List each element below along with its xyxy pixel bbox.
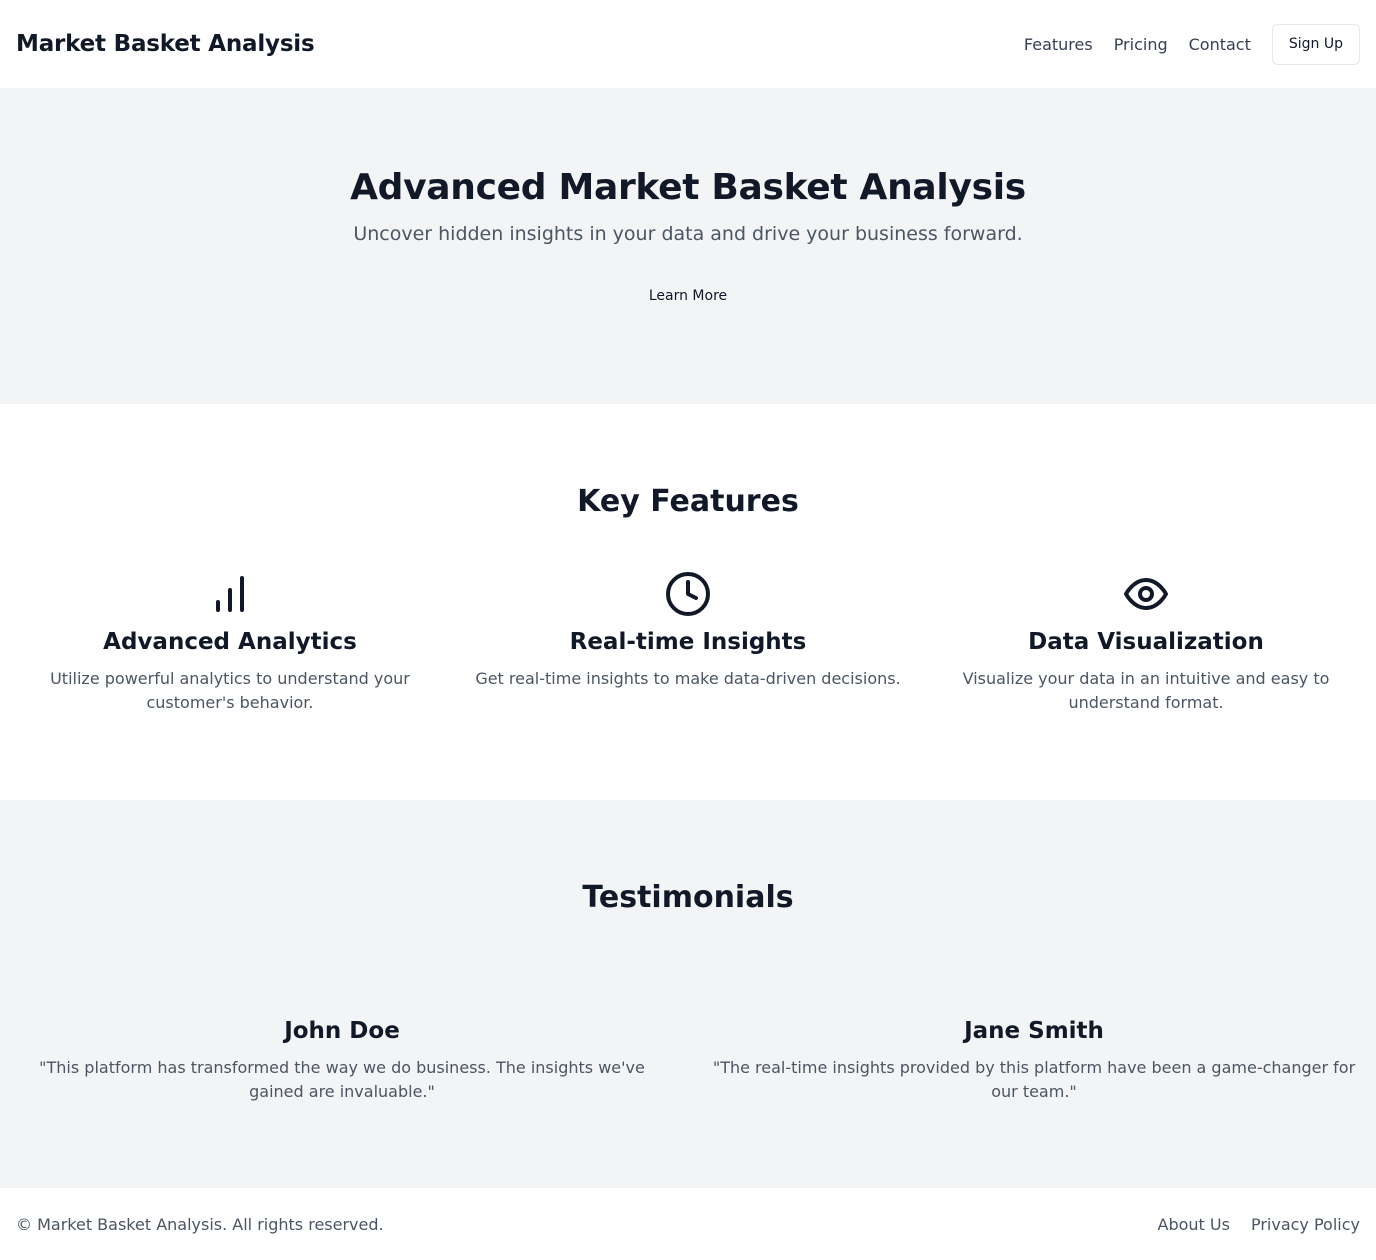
testimonial-quote: "The real-time insights provided by this… — [712, 1058, 1356, 1101]
feature-title: Real-time Insights — [569, 629, 807, 655]
features-section: Key Features Advanced Analytics Utilize … — [0, 404, 1376, 800]
features-title: Key Features — [577, 484, 799, 519]
testimonial-grid: John Doe "This platform has transformed … — [0, 1016, 1376, 1104]
copyright-text: © Market Basket Analysis. All rights res… — [16, 1214, 384, 1234]
feature-card-insights: Real-time Insights Get real-time insight… — [474, 570, 902, 715]
nav-link-features[interactable]: Features — [1024, 35, 1093, 54]
feature-description: Utilize powerful analytics to understand… — [50, 669, 410, 712]
footer-link-about-us[interactable]: About Us — [1158, 1215, 1230, 1234]
feature-card-analytics: Advanced Analytics Utilize powerful anal… — [16, 570, 444, 715]
main-nav: Features Pricing Contact Sign Up — [1024, 23, 1360, 65]
testimonial-name: Jane Smith — [964, 1018, 1104, 1044]
feature-grid: Advanced Analytics Utilize powerful anal… — [0, 570, 1376, 715]
brand-logo-text[interactable]: Market Basket Analysis — [16, 31, 315, 57]
nav-link-contact[interactable]: Contact — [1189, 35, 1251, 54]
testimonials-section: Testimonials John Doe "This platform has… — [0, 800, 1376, 1188]
sign-up-button[interactable]: Sign Up — [1271, 23, 1360, 65]
feature-title: Data Visualization — [1028, 629, 1264, 655]
feature-description: Get real-time insights to make data-driv… — [475, 669, 901, 688]
testimonial-card: John Doe "This platform has transformed … — [16, 1016, 668, 1104]
hero-title: Advanced Market Basket Analysis — [350, 167, 1026, 208]
testimonial-card: Jane Smith "The real-time insights provi… — [708, 1016, 1360, 1104]
bar-chart-icon — [16, 570, 444, 618]
footer-links: About Us Privacy Policy — [1137, 1215, 1360, 1234]
testimonial-quote: "This platform has transformed the way w… — [39, 1058, 645, 1101]
hero-subtitle: Uncover hidden insights in your data and… — [353, 223, 1023, 245]
site-footer: © Market Basket Analysis. All rights res… — [0, 1188, 1376, 1260]
feature-description: Visualize your data in an intuitive and … — [962, 669, 1330, 712]
footer-link-privacy-policy[interactable]: Privacy Policy — [1251, 1215, 1360, 1234]
testimonial-name: John Doe — [284, 1018, 400, 1044]
eye-icon — [932, 570, 1360, 618]
learn-more-button[interactable]: Learn More — [649, 288, 727, 304]
clock-icon — [474, 570, 902, 618]
feature-title: Advanced Analytics — [103, 629, 357, 655]
site-header: Market Basket Analysis Features Pricing … — [0, 0, 1376, 88]
testimonials-title: Testimonials — [582, 880, 794, 915]
hero-section: Advanced Market Basket Analysis Uncover … — [0, 88, 1376, 404]
feature-card-visualization: Data Visualization Visualize your data i… — [932, 570, 1360, 715]
nav-link-pricing[interactable]: Pricing — [1114, 35, 1168, 54]
